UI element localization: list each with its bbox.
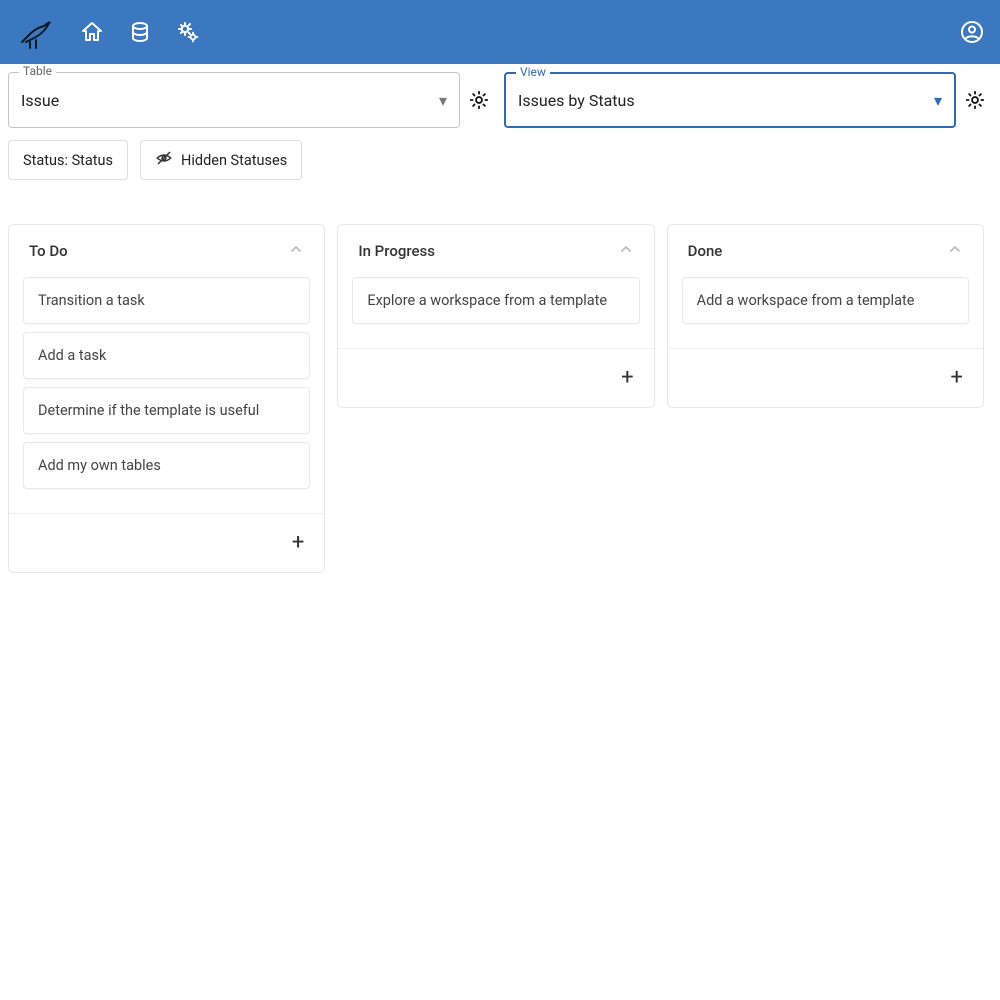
chevron-up-icon[interactable] xyxy=(618,241,634,261)
chevron-up-icon[interactable] xyxy=(947,241,963,261)
column-todo: To Do Transition a task Add a task Deter… xyxy=(8,224,325,573)
add-card-button[interactable]: + xyxy=(9,513,324,572)
view-select-value: Issues by Status xyxy=(518,91,934,110)
status-filter-label: Status: Status xyxy=(23,152,113,169)
add-card-button[interactable]: + xyxy=(338,348,653,407)
card[interactable]: Explore a workspace from a template xyxy=(352,277,639,324)
column-header: In Progress xyxy=(338,225,653,271)
database-icon[interactable] xyxy=(128,20,152,44)
card[interactable]: Transition a task xyxy=(23,277,310,324)
column-title: To Do xyxy=(29,242,68,260)
card-title: Determine if the template is useful xyxy=(38,402,259,419)
hidden-statuses-chip[interactable]: Hidden Statuses xyxy=(140,140,302,180)
settings-gears-icon[interactable] xyxy=(176,20,200,44)
card-title: Add a workspace from a template xyxy=(697,292,915,309)
view-selector-wrap: View Issues by Status ▾ xyxy=(504,72,992,128)
card[interactable]: Determine if the template is useful xyxy=(23,387,310,434)
card[interactable]: Add my own tables xyxy=(23,442,310,489)
kanban-board: To Do Transition a task Add a task Deter… xyxy=(0,188,1000,581)
app-logo[interactable] xyxy=(16,12,56,52)
chevron-down-icon: ▾ xyxy=(439,91,447,110)
card-list: Transition a task Add a task Determine i… xyxy=(9,271,324,513)
view-select-label: View xyxy=(516,65,550,79)
filter-row: Status: Status Hidden Statuses xyxy=(0,128,1000,188)
topbar xyxy=(0,0,1000,64)
column-header: To Do xyxy=(9,225,324,271)
column-in-progress: In Progress Explore a workspace from a t… xyxy=(337,224,654,408)
table-settings-button[interactable] xyxy=(468,89,496,111)
eye-off-icon xyxy=(155,149,173,171)
card-title: Explore a workspace from a template xyxy=(367,292,607,309)
card-title: Add a task xyxy=(38,347,106,364)
column-title: In Progress xyxy=(358,242,435,260)
plus-icon: + xyxy=(292,532,304,554)
home-icon[interactable] xyxy=(80,20,104,44)
plus-icon: + xyxy=(951,367,963,389)
chevron-up-icon[interactable] xyxy=(288,241,304,261)
column-title: Done xyxy=(688,242,723,260)
table-select-label: Table xyxy=(19,64,56,78)
table-select-value: Issue xyxy=(21,91,439,110)
table-select[interactable]: Table Issue ▾ xyxy=(8,72,460,128)
column-header: Done xyxy=(668,225,983,271)
add-card-button[interactable]: + xyxy=(668,348,983,407)
selectors-row: Table Issue ▾ View Issues by Status ▾ xyxy=(0,64,1000,128)
card-title: Add my own tables xyxy=(38,457,161,474)
card-title: Transition a task xyxy=(38,292,145,309)
card[interactable]: Add a task xyxy=(23,332,310,379)
hidden-statuses-label: Hidden Statuses xyxy=(181,152,287,169)
card-list: Add a workspace from a template xyxy=(668,271,983,348)
table-selector-wrap: Table Issue ▾ xyxy=(8,72,496,128)
card[interactable]: Add a workspace from a template xyxy=(682,277,969,324)
column-done: Done Add a workspace from a template + xyxy=(667,224,984,408)
nav-icons xyxy=(80,20,936,44)
card-list: Explore a workspace from a template xyxy=(338,271,653,348)
chevron-down-icon: ▾ xyxy=(934,91,942,110)
status-filter-chip[interactable]: Status: Status xyxy=(8,140,128,180)
plus-icon: + xyxy=(621,367,633,389)
view-settings-button[interactable] xyxy=(964,89,992,111)
account-icon[interactable] xyxy=(960,20,984,44)
view-select[interactable]: View Issues by Status ▾ xyxy=(504,72,956,128)
